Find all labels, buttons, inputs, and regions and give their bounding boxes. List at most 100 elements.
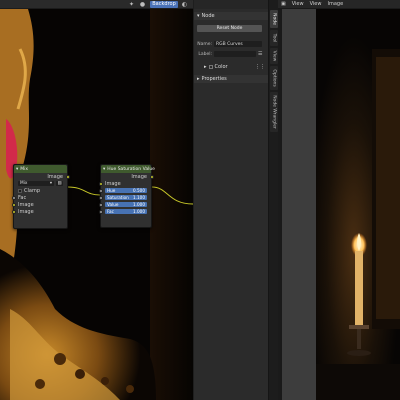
blend-mode-dropdown[interactable]: Mix ▾ — [18, 180, 54, 187]
image-editor-header: ▣ View View Image — [278, 0, 400, 9]
mix-output-socket[interactable] — [65, 174, 70, 179]
blend-mode-value: Mix — [20, 181, 28, 186]
tab-label: Options — [271, 69, 277, 87]
list-icon[interactable]: ☰ — [258, 51, 262, 57]
tab-node[interactable]: Node — [270, 10, 278, 28]
mix-blend-row: Mix ▾ ▧ — [14, 180, 67, 187]
properties-label: Properties — [201, 76, 227, 82]
menu-view-2[interactable]: View — [310, 1, 322, 7]
mix-node[interactable]: ▾ Mix Image Mix ▾ ▧ Clamp Fac Image Imag… — [11, 164, 70, 229]
node-editor-header: ✦ ● Backdrop ◐ — [0, 0, 193, 9]
name-label: Name: — [197, 41, 212, 47]
image-socket[interactable] — [11, 202, 16, 207]
node-editor[interactable]: ✦ ● Backdrop ◐ ▾ Mix Image Mix ▾ ▧ Clamp… — [0, 0, 193, 400]
hsv-hue-row: Hue 0.500 — [98, 187, 151, 194]
alpha-toggle[interactable]: ▧ — [56, 180, 63, 187]
mix-input-image2: Image — [11, 208, 67, 215]
hsv-node-title: Hue Saturation Value — [107, 166, 155, 172]
hsv-node[interactable]: ▾ Hue Saturation Value Image Image Hue 0… — [98, 164, 155, 228]
hsv-input-image: Image — [98, 180, 151, 187]
canvas-background — [282, 9, 316, 400]
node-panel-title: Node — [201, 13, 215, 19]
color-label: Color — [214, 64, 228, 70]
label-row: Label: ☰ — [194, 50, 269, 58]
tab-tool[interactable]: Tool — [270, 30, 278, 46]
saturation-value: 1.100 — [133, 195, 145, 200]
mix-clamp-row: Clamp — [14, 187, 67, 194]
hsv-saturation-row: Saturation 1.100 — [98, 194, 151, 201]
tab-options[interactable]: Options — [270, 66, 278, 90]
render-image — [316, 9, 400, 400]
hsv-fac-row: Fac 1.000 — [98, 208, 151, 215]
hue-socket[interactable] — [98, 188, 103, 193]
grip-icon[interactable]: ⋮⋮ — [255, 64, 265, 70]
mix-input-label: Fac — [18, 194, 27, 201]
sidebar-top-strip — [194, 0, 269, 9]
fac-value: 1.000 — [133, 209, 145, 214]
fac-label: Fac — [107, 209, 114, 214]
hsv-input-label: Image — [105, 180, 121, 187]
mix-node-title: Mix — [20, 166, 29, 172]
mix-output-label: Image — [47, 173, 63, 180]
name-row: Name: RGB Curves — [194, 40, 269, 48]
value-label: Value — [107, 202, 119, 207]
mix-node-header[interactable]: ▾ Mix — [14, 165, 67, 173]
clamp-label: Clamp — [24, 187, 40, 194]
tab-view[interactable]: View — [270, 48, 278, 64]
reset-node-button[interactable]: Reset Node — [197, 25, 262, 32]
overlay-icon[interactable]: ◐ — [181, 1, 188, 8]
tab-label: Node Wrangler — [271, 95, 277, 129]
saturation-socket[interactable] — [98, 195, 103, 200]
name-field[interactable]: RGB Curves — [214, 41, 262, 47]
tab-node-wrangler[interactable]: Node Wrangler — [270, 92, 278, 132]
chevron-right-icon: ▸ — [197, 76, 200, 82]
tab-label: Tool — [271, 33, 277, 43]
hue-value: 0.500 — [133, 188, 145, 193]
menu-image[interactable]: Image — [327, 1, 343, 7]
chevron-right-icon: ▸ — [204, 64, 207, 70]
color-checkbox[interactable] — [208, 65, 213, 69]
image-socket[interactable] — [98, 181, 103, 186]
name-value: RGB Curves — [216, 41, 243, 47]
sidebar-tab-strip: Node Tool View Options Node Wrangler — [268, 0, 278, 400]
object-icon[interactable]: ● — [139, 1, 146, 8]
mix-input-image1: Image — [11, 201, 67, 208]
mix-input-label: Image — [18, 208, 34, 215]
backdrop-button[interactable]: Backdrop — [150, 1, 178, 8]
collapse-icon[interactable]: ▾ — [103, 167, 105, 172]
tab-label: View — [271, 50, 277, 62]
hsv-output-row: Image — [101, 173, 154, 180]
value-socket[interactable] — [98, 202, 103, 207]
clamp-checkbox[interactable] — [18, 188, 22, 193]
color-subpanel-header[interactable]: ▸ Color ⋮⋮ — [194, 63, 269, 71]
hue-label: Hue — [107, 188, 116, 193]
label-field[interactable] — [214, 51, 256, 57]
menu-view[interactable]: View — [292, 1, 304, 7]
pin-icon[interactable]: ✦ — [128, 1, 135, 8]
collapse-icon[interactable]: ▾ — [16, 167, 18, 172]
saturation-field[interactable]: Saturation 1.100 — [105, 194, 147, 201]
label-label: Label: — [198, 51, 212, 57]
properties-panel-header[interactable]: ▸ Properties — [194, 75, 269, 83]
image-editor[interactable]: ▣ View View Image — [278, 0, 400, 400]
hsv-value-row: Value 1.000 — [98, 201, 151, 208]
sidebar-panel: ▾ Node Reset Node Name: RGB Curves Label… — [193, 0, 269, 400]
fac-field[interactable]: Fac 1.000 — [105, 208, 147, 215]
chevron-down-icon: ▾ — [49, 181, 52, 186]
hsv-output-label: Image — [131, 173, 147, 180]
node-panel-header[interactable]: ▾ Node — [194, 12, 269, 20]
fac-socket[interactable] — [98, 209, 103, 214]
hue-field[interactable]: Hue 0.500 — [105, 187, 147, 194]
saturation-label: Saturation — [107, 195, 129, 200]
image-socket[interactable] — [11, 209, 16, 214]
chevron-down-icon: ▾ — [197, 13, 200, 19]
tab-label: Node — [271, 13, 277, 25]
fac-socket[interactable] — [11, 195, 16, 200]
mix-input-label: Image — [18, 201, 34, 208]
value-field[interactable]: Value 1.000 — [105, 201, 147, 208]
hsv-output-socket[interactable] — [149, 174, 154, 179]
value-value: 1.000 — [133, 202, 145, 207]
hsv-node-header[interactable]: ▾ Hue Saturation Value — [101, 165, 155, 173]
mix-output-row: Image — [14, 173, 70, 180]
editor-type-icon[interactable]: ▣ — [281, 1, 286, 7]
